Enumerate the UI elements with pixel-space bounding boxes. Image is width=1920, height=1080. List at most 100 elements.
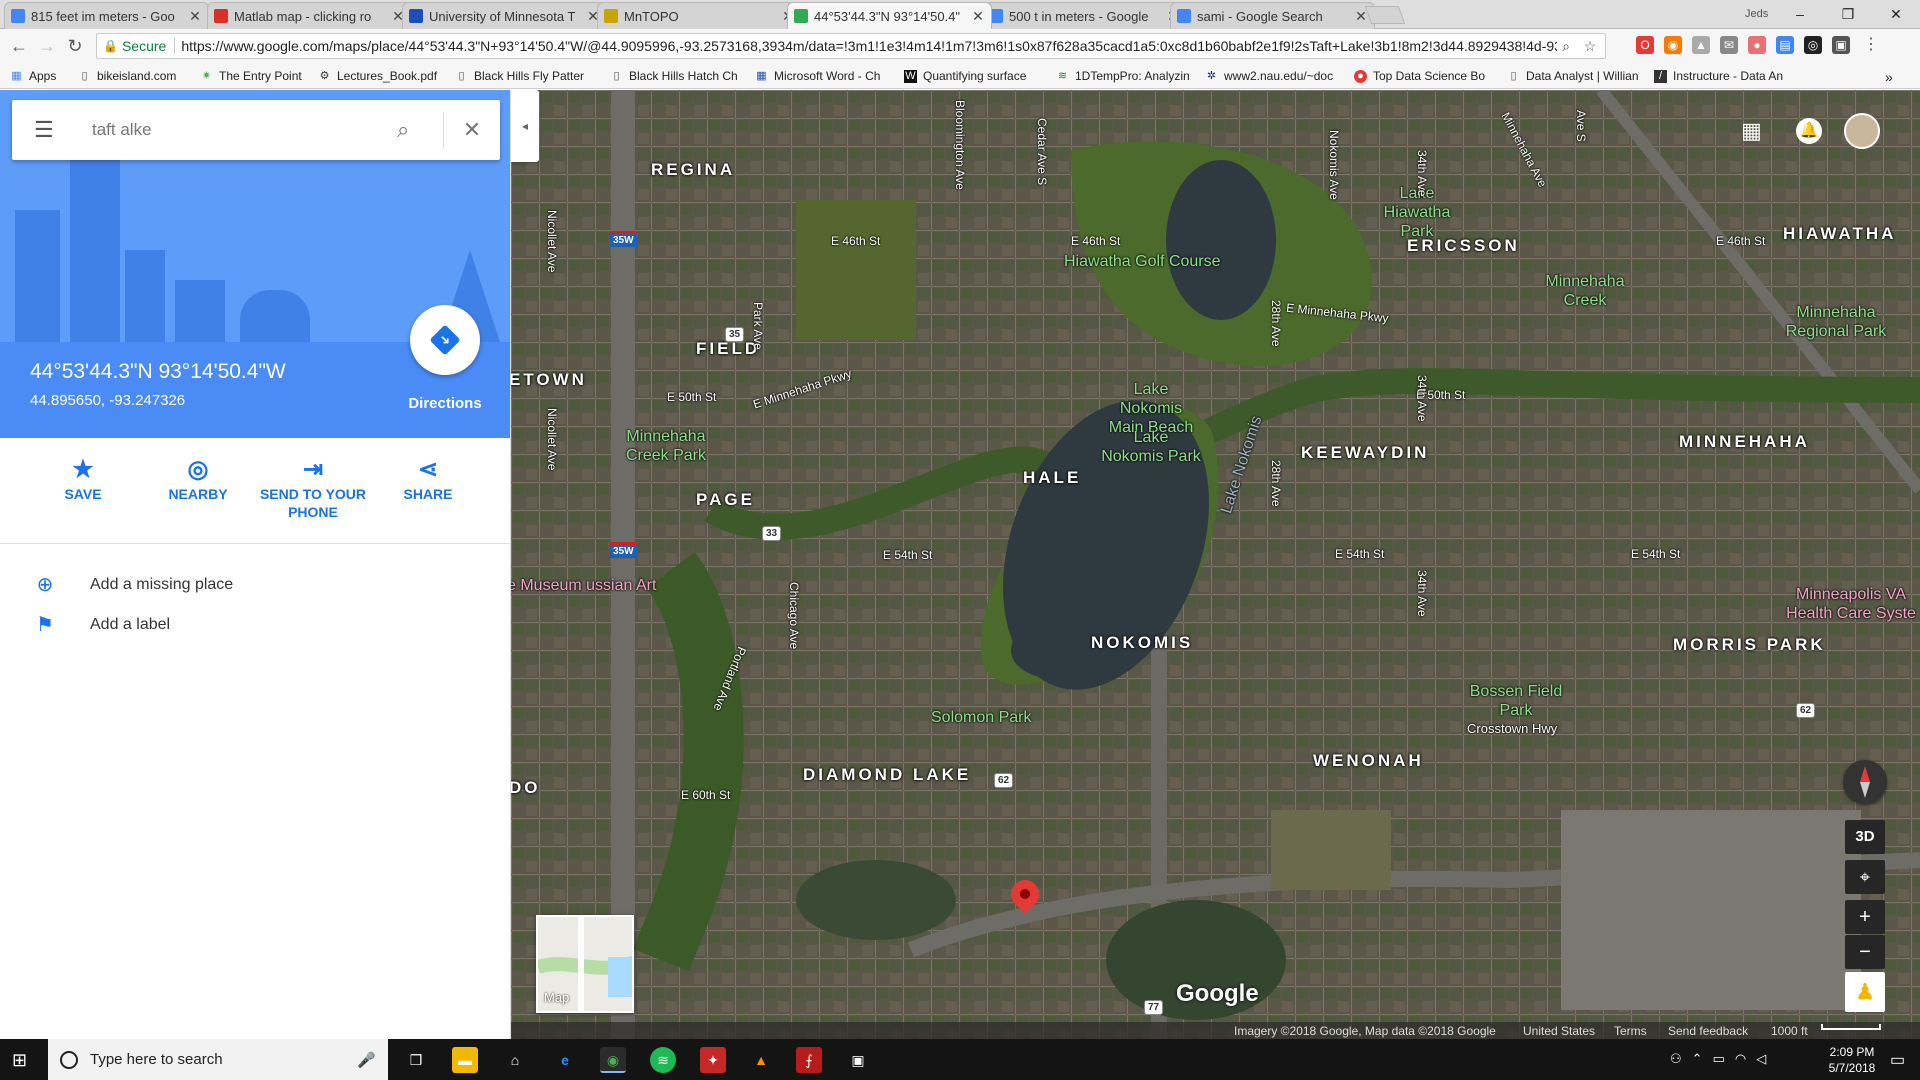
map-type-toggle[interactable]: Map: [536, 915, 634, 1013]
window-user: Jeds: [1745, 8, 1769, 20]
zoom-icon[interactable]: ⌕: [1557, 38, 1575, 55]
back-icon[interactable]: ←: [8, 35, 30, 57]
taskbar-clock[interactable]: 2:09 PM 5/7/2018: [1822, 1044, 1882, 1076]
maps-side-panel: ☰ ⌕ ✕ ➜ Directions 44°53'44.3"N 93°14'50…: [0, 90, 511, 1039]
action-label: SEND TO YOUR PHONE: [259, 486, 367, 520]
street-label: E 50th St: [667, 390, 717, 404]
tray-overflow-icon[interactable]: ⌃: [1692, 1051, 1703, 1067]
zoom-out-button[interactable]: −: [1845, 935, 1885, 969]
scale-label[interactable]: 1000 ft: [1771, 1024, 1808, 1038]
street-label: 34th Ave: [1415, 570, 1429, 617]
my-location-icon[interactable]: ⌖: [1845, 860, 1885, 894]
collapse-panel-button[interactable]: ◂: [511, 90, 539, 162]
drive-extension-icon[interactable]: ▲: [1692, 36, 1710, 54]
terms-link[interactable]: Terms: [1614, 1024, 1647, 1038]
bookmark-data-analyst[interactable]: ▯ Data Analyst | Willian: [1507, 69, 1638, 83]
directions-label[interactable]: Directions: [395, 395, 495, 412]
satellite-map[interactable]: ◂ REGINA FIELD ETOWN PAGE HALE NOKOMIS D…: [511, 90, 1920, 1039]
taskbar-search-box[interactable]: Type here to search 🎤: [48, 1039, 388, 1080]
send-feedback-link[interactable]: Send feedback: [1668, 1024, 1748, 1038]
notifications-icon[interactable]: 🔔: [1796, 118, 1822, 144]
omnibox[interactable]: 🔒 Secure https://www.google.com/maps/pla…: [96, 33, 1606, 59]
pegman-icon[interactable]: ♟: [1845, 972, 1885, 1012]
bookmark-apps[interactable]: ▦ Apps: [10, 69, 56, 83]
tab-sami[interactable]: sami - Google Search ✕: [1170, 2, 1375, 29]
matlab-icon[interactable]: ▲: [748, 1047, 774, 1073]
share-button[interactable]: ⋖ SHARE: [373, 455, 483, 503]
tab-815-feet[interactable]: 815 feet im meters - Goo ✕: [4, 2, 209, 29]
imagery-attribution: Imagery ©2018 Google, Map data ©2018 Goo…: [1234, 1024, 1496, 1038]
tab-mntopo[interactable]: MnTOPO✕: [597, 2, 802, 29]
tab-500-t[interactable]: 500 t in meters - Google✕: [982, 2, 1187, 29]
directions-button[interactable]: ➜: [410, 305, 480, 375]
chrome-icon[interactable]: ◉: [600, 1047, 626, 1073]
action-label: SHARE: [403, 486, 453, 502]
search-input[interactable]: [92, 120, 397, 140]
menu-icon[interactable]: ☰: [34, 117, 62, 143]
add-label-link[interactable]: ⚑ Add a label: [32, 612, 170, 637]
place-decimal-coordinates: 44.895650, -93.247326: [30, 392, 186, 409]
compass-icon[interactable]: [1843, 760, 1887, 804]
app-red-icon[interactable]: ✦: [700, 1047, 726, 1073]
send-to-phone-button[interactable]: ⇥ SEND TO YOUR PHONE: [258, 455, 368, 521]
task-view-icon[interactable]: ❐: [403, 1047, 429, 1073]
bookmark-data-science[interactable]: ● Top Data Science Bo: [1354, 69, 1485, 83]
3d-toggle-button[interactable]: 3D: [1845, 820, 1885, 854]
bookmark-lectures[interactable]: ⚙ Lectures_Book.pdf: [318, 69, 438, 83]
docs-extension-icon[interactable]: ▤: [1776, 36, 1794, 54]
battery-icon[interactable]: ▭: [1713, 1051, 1725, 1067]
volume-icon[interactable]: ◁: [1756, 1051, 1766, 1067]
home-icon[interactable]: ⌂: [502, 1047, 528, 1073]
add-missing-place-link[interactable]: ⊕ Add a missing place: [32, 572, 234, 597]
wifi-icon[interactable]: ◠: [1735, 1051, 1746, 1067]
bookmark-instructure[interactable]: / Instructure - Data An: [1654, 69, 1783, 83]
close-icon[interactable]: ✕: [188, 8, 202, 25]
forward-icon[interactable]: →: [36, 35, 58, 57]
save-button[interactable]: ★ SAVE: [28, 455, 138, 503]
mail-extension-icon[interactable]: ✉: [1720, 36, 1738, 54]
bookmark-black-hills-fly[interactable]: ▯ Black Hills Fly Patter: [455, 69, 584, 83]
people-icon[interactable]: ⚇: [1670, 1051, 1682, 1067]
bookmark-star-icon[interactable]: ☆: [1581, 38, 1599, 55]
screenshot-extension-icon[interactable]: ▣: [1832, 36, 1850, 54]
bookmark-quantifying[interactable]: W Quantifying surface: [904, 69, 1026, 83]
file-explorer-icon[interactable]: ▬: [452, 1047, 478, 1073]
tab-umn[interactable]: University of Minnesota T ✕: [402, 2, 607, 29]
url-text[interactable]: https://www.google.com/maps/place/44°53'…: [181, 38, 1557, 54]
google-apps-icon[interactable]: ▦: [1741, 118, 1762, 144]
bookmark-nau[interactable]: ✲ www2.nau.edu/~doc: [1205, 69, 1333, 83]
bookmark-bikeisland[interactable]: ▯ bikeisland.com: [78, 69, 176, 83]
record-extension-icon[interactable]: ●: [1748, 36, 1766, 54]
country-link[interactable]: United States: [1523, 1024, 1595, 1038]
notifications-center-icon[interactable]: ▭: [1890, 1050, 1905, 1070]
edge-icon[interactable]: e: [552, 1047, 578, 1073]
bookmark-1dtemppro[interactable]: ≋ 1DTempPro: Analyzin: [1056, 69, 1190, 83]
acrobat-icon[interactable]: ⨍: [796, 1047, 822, 1073]
reload-icon[interactable]: ↻: [64, 35, 86, 57]
zoom-in-button[interactable]: +: [1845, 900, 1885, 934]
github-extension-icon[interactable]: ◎: [1804, 36, 1822, 54]
opera-extension-icon[interactable]: O: [1636, 36, 1654, 54]
chrome-menu-icon[interactable]: ⋮: [1862, 36, 1880, 54]
new-tab-button[interactable]: [1364, 6, 1406, 24]
neighborhood-label: NOKOMIS: [1091, 633, 1194, 652]
avatar[interactable]: [1844, 113, 1880, 149]
search-icon[interactable]: ⌕: [397, 117, 421, 143]
tab-matlab-map[interactable]: Matlab map - clicking ro ✕: [207, 2, 412, 29]
rss-extension-icon[interactable]: ◉: [1664, 36, 1682, 54]
bookmark-entry-point[interactable]: ✷ The Entry Point: [200, 69, 302, 83]
close-icon[interactable]: ✕: [444, 117, 500, 143]
microphone-icon[interactable]: 🎤: [357, 1051, 376, 1069]
bookmark-black-hills-hatch[interactable]: ▯ Black Hills Hatch Ch: [610, 69, 737, 83]
tab-maps-active[interactable]: 44°53'44.3"N 93°14'50.4" ✕: [787, 2, 992, 29]
bookmark-ms-word[interactable]: ▦ Microsoft Word - Ch: [755, 69, 880, 83]
close-icon[interactable]: ✕: [971, 8, 985, 25]
nearby-button[interactable]: ◎ NEARBY: [143, 455, 253, 503]
photos-icon[interactable]: ▣: [845, 1047, 871, 1073]
spotify-icon[interactable]: ≋: [650, 1047, 676, 1073]
close-window-button[interactable]: ✕: [1876, 2, 1916, 26]
minimize-button[interactable]: –: [1780, 2, 1820, 26]
windows-start-icon[interactable]: ⊞: [12, 1050, 27, 1071]
bookmarks-overflow-icon[interactable]: »: [1885, 69, 1893, 85]
maximize-button[interactable]: ❐: [1828, 2, 1868, 26]
